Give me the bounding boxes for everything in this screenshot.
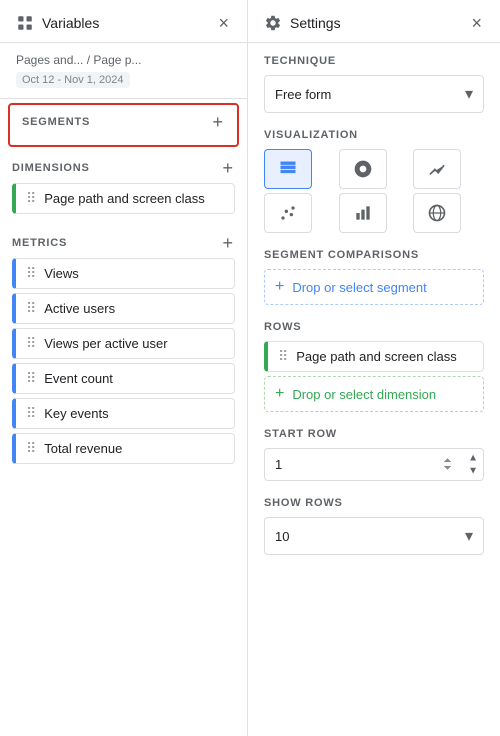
add-dimension-button[interactable]: +	[220, 159, 235, 177]
start-row-input-wrap: ▲ ▼	[264, 448, 484, 481]
exploration-date: Oct 12 - Nov 1, 2024	[16, 72, 130, 88]
table-icon	[278, 159, 298, 179]
technique-section: TECHNIQUE Free form ▾	[264, 55, 484, 113]
show-rows-value: 10	[275, 529, 289, 544]
viz-globe-button[interactable]	[413, 193, 461, 233]
viz-table-button[interactable]	[264, 149, 312, 189]
metrics-header: METRICS +	[12, 234, 235, 252]
drag-icon: ⠿	[26, 440, 36, 457]
left-panel-header: Variables ×	[0, 0, 247, 43]
start-row-spinners: ▲ ▼	[466, 452, 480, 477]
start-row-section: START ROW ▲ ▼	[264, 428, 484, 481]
dimensions-header: DIMENSIONS +	[12, 159, 235, 177]
visualization-label: VISUALIZATION	[264, 129, 484, 141]
chevron-down-icon: ▾	[465, 526, 473, 546]
visualization-section: VISUALIZATION	[264, 129, 484, 233]
rows-label: ROWS	[264, 321, 484, 333]
metric-item-views[interactable]: ⠿ Views	[12, 258, 235, 289]
dimension-item-page-path[interactable]: ⠿ Page path and screen class	[12, 183, 235, 214]
settings-content: TECHNIQUE Free form ▾ VISUALIZATION	[248, 43, 500, 736]
viz-donut-button[interactable]	[339, 149, 387, 189]
start-row-down-button[interactable]: ▼	[466, 465, 480, 477]
dimensions-list: ⠿ Page path and screen class	[12, 183, 235, 214]
drop-segment-zone[interactable]: + Drop or select segment	[264, 269, 484, 305]
metric-item-event-count[interactable]: ⠿ Event count	[12, 363, 235, 394]
variables-icon	[16, 14, 34, 32]
segments-label: SEGMENTS	[22, 116, 90, 128]
scatter-icon	[278, 203, 298, 223]
right-panel-title: Settings	[264, 14, 341, 32]
left-panel-title-text: Variables	[42, 15, 99, 31]
metric-item-views-per-active-user[interactable]: ⠿ Views per active user	[12, 328, 235, 359]
bar-chart-icon	[353, 203, 373, 223]
line-chart-icon	[427, 159, 447, 179]
right-panel: Settings × TECHNIQUE Free form ▾ VISUALI…	[248, 0, 500, 736]
metric-item-total-revenue[interactable]: ⠿ Total revenue	[12, 433, 235, 464]
rows-item-label: Page path and screen class	[296, 349, 456, 364]
technique-dropdown[interactable]: Free form ▾	[264, 75, 484, 113]
dimensions-section: DIMENSIONS + ⠿ Page path and screen clas…	[0, 151, 247, 226]
technique-label: TECHNIQUE	[264, 55, 484, 67]
metrics-list: ⠿ Views ⠿ Active users ⠿ Views per activ…	[12, 258, 235, 464]
metric-label: Total revenue	[44, 441, 122, 456]
metric-label: Active users	[44, 301, 115, 316]
rows-item-page-path[interactable]: ⠿ Page path and screen class	[264, 341, 484, 372]
metric-item-active-users[interactable]: ⠿ Active users	[12, 293, 235, 324]
metric-item-key-events[interactable]: ⠿ Key events	[12, 398, 235, 429]
metric-label: Views per active user	[44, 336, 167, 351]
drop-dimension-zone[interactable]: + Drop or select dimension	[264, 376, 484, 412]
viz-line-button[interactable]	[413, 149, 461, 189]
show-rows-label: SHOW ROWS	[264, 497, 484, 509]
technique-value: Free form	[275, 87, 331, 102]
segment-comparisons-label: SEGMENT COMPARISONS	[264, 249, 484, 261]
dimensions-label: DIMENSIONS	[12, 162, 90, 174]
add-metric-button[interactable]: +	[220, 234, 235, 252]
left-panel-close-button[interactable]: ×	[216, 12, 231, 34]
show-rows-dropdown[interactable]: 10 ▾	[264, 517, 484, 555]
plus-icon: +	[275, 385, 284, 403]
right-panel-title-text: Settings	[290, 15, 341, 31]
drag-icon: ⠿	[26, 265, 36, 282]
right-panel-header: Settings ×	[248, 0, 500, 43]
viz-scatter-button[interactable]	[264, 193, 312, 233]
donut-chart-icon	[353, 159, 373, 179]
chevron-down-icon: ▾	[465, 84, 473, 104]
drop-dimension-label: Drop or select dimension	[292, 387, 436, 402]
segments-header: SEGMENTS +	[22, 113, 225, 131]
metrics-section: METRICS + ⠿ Views ⠿ Active users ⠿ Views…	[0, 226, 247, 476]
rows-section: ROWS ⠿ Page path and screen class + Drop…	[264, 321, 484, 412]
metric-label: Views	[44, 266, 78, 281]
start-row-label: START ROW	[264, 428, 484, 440]
dimension-item-label: Page path and screen class	[44, 191, 204, 206]
settings-icon	[264, 14, 282, 32]
globe-icon	[427, 203, 447, 223]
left-panel: Variables × Pages and... / Page p... Oct…	[0, 0, 248, 736]
right-panel-close-button[interactable]: ×	[469, 12, 484, 34]
drag-icon: ⠿	[26, 370, 36, 387]
drag-icon: ⠿	[26, 190, 36, 207]
drop-segment-label: Drop or select segment	[292, 280, 426, 295]
metrics-label: METRICS	[12, 237, 67, 249]
drag-icon: ⠿	[278, 348, 288, 365]
metric-label: Key events	[44, 406, 108, 421]
exploration-pages: Pages and... / Page p...	[16, 53, 231, 67]
plus-icon: +	[275, 278, 284, 296]
show-rows-section: SHOW ROWS 10 ▾	[264, 497, 484, 555]
left-panel-title: Variables	[16, 14, 99, 32]
visualization-grid	[264, 149, 484, 233]
segments-section: SEGMENTS +	[8, 103, 239, 147]
metric-label: Event count	[44, 371, 113, 386]
add-segment-button[interactable]: +	[210, 113, 225, 131]
drag-icon: ⠿	[26, 405, 36, 422]
viz-bar-button[interactable]	[339, 193, 387, 233]
drag-icon: ⠿	[26, 300, 36, 317]
segment-comparisons-section: SEGMENT COMPARISONS + Drop or select seg…	[264, 249, 484, 305]
start-row-input[interactable]	[264, 448, 484, 481]
start-row-up-button[interactable]: ▲	[466, 452, 480, 464]
exploration-info: Pages and... / Page p... Oct 12 - Nov 1,…	[0, 43, 247, 99]
drag-icon: ⠿	[26, 335, 36, 352]
